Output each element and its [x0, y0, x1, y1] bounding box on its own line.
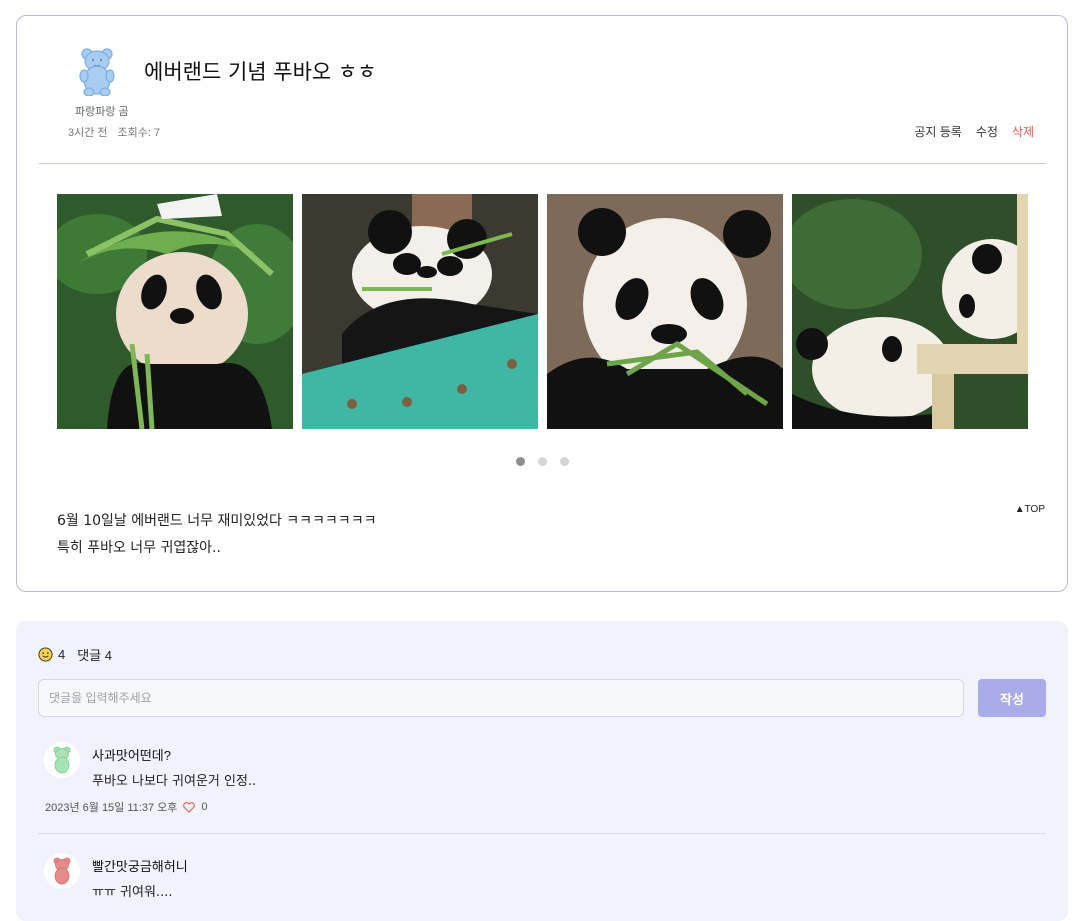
author-name[interactable]: 파랑파랑 곰 [75, 103, 129, 119]
comment-input[interactable] [38, 679, 964, 717]
gummy-bear-avatar-icon[interactable] [77, 46, 117, 96]
comment-date: 2023년 6월 15일 11:37 오후 [45, 802, 178, 814]
avatar[interactable] [44, 742, 80, 778]
heart-icon[interactable] [183, 801, 196, 813]
carousel-dot[interactable] [538, 457, 547, 466]
post-body-line: 6월 10일날 에버랜드 너무 재미있었다 ㅋㅋㅋㅋㅋㅋㅋ [57, 513, 377, 529]
avatar[interactable] [44, 853, 80, 889]
submit-comment-button[interactable]: 작성 [978, 679, 1046, 717]
comment-panel: 4 댓글 4 작성 사과맛어떤데? 푸바오 나보다 귀여운거 인정.. 2023… [16, 621, 1068, 921]
scroll-top-button[interactable]: ▲TOP [1015, 504, 1045, 515]
comment-author[interactable]: 빨간맛궁금해허니 [92, 856, 188, 875]
post-actions: 공지 등록 수정 삭제 [914, 123, 1034, 140]
notice-button[interactable]: 공지 등록 [914, 123, 962, 140]
post-body: 6월 10일날 에버랜드 너무 재미있었다 ㅋㅋㅋㅋㅋㅋㅋ 특히 푸바오 너무 … [57, 508, 376, 562]
gallery-photo[interactable] [302, 194, 538, 429]
edit-button[interactable]: 수정 [976, 123, 998, 140]
comment-author[interactable]: 사과맛어떤데? [92, 745, 171, 764]
comment-divider [38, 833, 1046, 834]
delete-button[interactable]: 삭제 [1012, 123, 1034, 140]
post-body-line: 특히 푸바오 너무 귀엽잖아.. [57, 540, 221, 556]
gallery-photo[interactable] [57, 194, 293, 429]
reaction-count: 4 [58, 647, 66, 662]
gallery-photo[interactable] [547, 194, 783, 429]
divider [39, 163, 1046, 164]
gummy-bear-red-icon [53, 857, 71, 885]
like-count: 0 [201, 801, 208, 813]
carousel-dot[interactable] [560, 457, 569, 466]
gallery-photo[interactable] [792, 194, 1028, 429]
post-title: 에버랜드 기념 푸바오 ㅎㅎ [144, 60, 377, 84]
reaction-bar: 4 댓글 4 [38, 645, 112, 664]
carousel-dots [516, 457, 569, 466]
post-card: 파랑파랑 곰 에버랜드 기념 푸바오 ㅎㅎ 3시간 전 조회수: 7 공지 등록… [16, 15, 1068, 592]
post-time: 3시간 전 [68, 127, 108, 139]
comment-text: 푸바오 나보다 귀여운거 인정.. [92, 774, 257, 789]
post-views: 조회수: 7 [117, 127, 161, 139]
comment-count: 댓글 4 [77, 648, 112, 663]
comment-meta: 2023년 6월 15일 11:37 오후 0 [45, 799, 207, 815]
photo-gallery[interactable] [57, 194, 1028, 429]
carousel-dot[interactable] [516, 457, 525, 466]
comment-text: ㅠㅠ 귀여워.... [92, 885, 173, 900]
post-meta: 3시간 전 조회수: 7 [68, 124, 160, 140]
gummy-bear-green-icon [53, 746, 71, 774]
smile-icon[interactable] [38, 647, 53, 662]
